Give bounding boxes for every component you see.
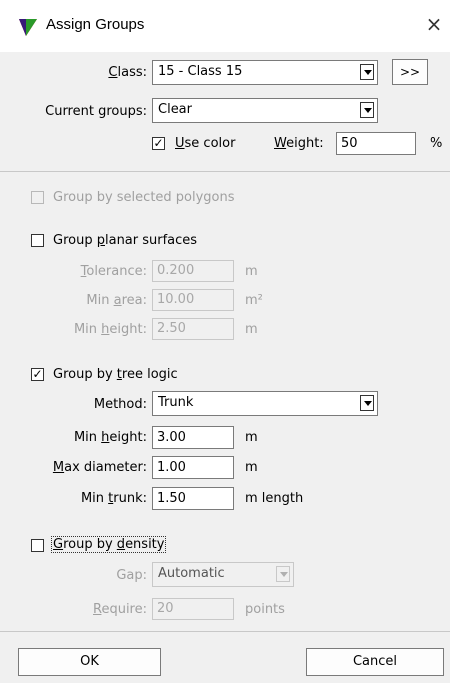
planar-min-height-input[interactable]: 2.50 <box>152 318 234 340</box>
max-diameter-label: Max diameter: <box>52 460 147 475</box>
cancel-button[interactable]: Cancel <box>306 648 444 676</box>
tolerance-label: Tolerance: <box>80 264 147 279</box>
weight-input[interactable]: 50 <box>336 132 416 155</box>
chevron-down-icon[interactable] <box>360 102 374 118</box>
min-area-label: Min area: <box>86 293 147 308</box>
method-dropdown[interactable]: Trunk <box>152 391 378 416</box>
planar-min-height-label: Min height: <box>73 322 147 337</box>
tree-min-height-label: Min height: <box>73 430 147 445</box>
current-groups-value: Clear <box>158 102 192 117</box>
method-value: Trunk <box>158 395 194 410</box>
gap-dropdown[interactable]: Automatic <box>152 562 294 587</box>
min-trunk-input[interactable]: 1.50 <box>152 487 234 510</box>
window-title: Assign Groups <box>46 16 145 33</box>
group-planar-surfaces-label: Group planar surfaces <box>53 233 198 248</box>
group-by-tree-logic-checkbox[interactable]: ✓ <box>31 368 44 381</box>
group-by-density-checkbox[interactable] <box>31 539 44 552</box>
ok-button[interactable]: OK <box>18 648 161 676</box>
use-color-checkbox[interactable]: ✓ <box>152 137 165 150</box>
tree-min-height-input[interactable]: 3.00 <box>152 426 234 449</box>
chevron-down-icon[interactable] <box>360 64 374 80</box>
class-label: Class: <box>108 65 147 80</box>
max-diameter-unit: m <box>245 460 258 475</box>
min-trunk-unit: m length <box>245 491 304 506</box>
weight-unit: % <box>430 136 443 151</box>
class-more-button[interactable]: >> <box>392 59 428 85</box>
title-bar: Assign Groups × <box>0 0 450 52</box>
require-label: Require: <box>93 602 147 617</box>
class-value: 15 - Class 15 <box>158 64 243 79</box>
class-dropdown[interactable]: 15 - Class 15 <box>152 60 378 85</box>
max-diameter-input[interactable]: 1.00 <box>152 456 234 479</box>
group-by-tree-logic-label: Group by tree logic <box>53 367 178 382</box>
app-icon <box>19 19 37 36</box>
gap-value: Automatic <box>158 566 225 581</box>
weight-label: Weight: <box>274 136 324 151</box>
require-input[interactable]: 20 <box>152 598 234 620</box>
planar-min-height-unit: m <box>245 322 258 337</box>
tolerance-input[interactable]: 0.200 <box>152 260 234 282</box>
button-bar: OK Cancel <box>0 631 450 683</box>
min-trunk-label: Min trunk: <box>80 491 147 506</box>
chevron-down-icon[interactable] <box>360 395 374 411</box>
divider <box>0 171 450 172</box>
current-groups-dropdown[interactable]: Clear <box>152 98 378 123</box>
require-unit: points <box>245 602 285 617</box>
group-by-selected-polygons-label: Group by selected polygons <box>53 190 235 205</box>
group-planar-surfaces-checkbox[interactable] <box>31 234 44 247</box>
current-groups-label: Current groups: <box>45 104 147 119</box>
group-by-selected-polygons-checkbox[interactable] <box>31 191 44 204</box>
tolerance-unit: m <box>245 264 258 279</box>
chevron-down-icon[interactable] <box>276 566 290 582</box>
close-icon[interactable]: × <box>423 12 445 36</box>
min-area-unit: m² <box>245 293 263 308</box>
use-color-label: Use color <box>175 136 236 151</box>
min-area-input[interactable]: 10.00 <box>152 289 234 311</box>
tree-min-height-unit: m <box>245 430 258 445</box>
gap-label: Gap: <box>116 568 147 583</box>
method-label: Method: <box>93 397 147 412</box>
group-by-density-label: Group by density <box>51 536 167 553</box>
